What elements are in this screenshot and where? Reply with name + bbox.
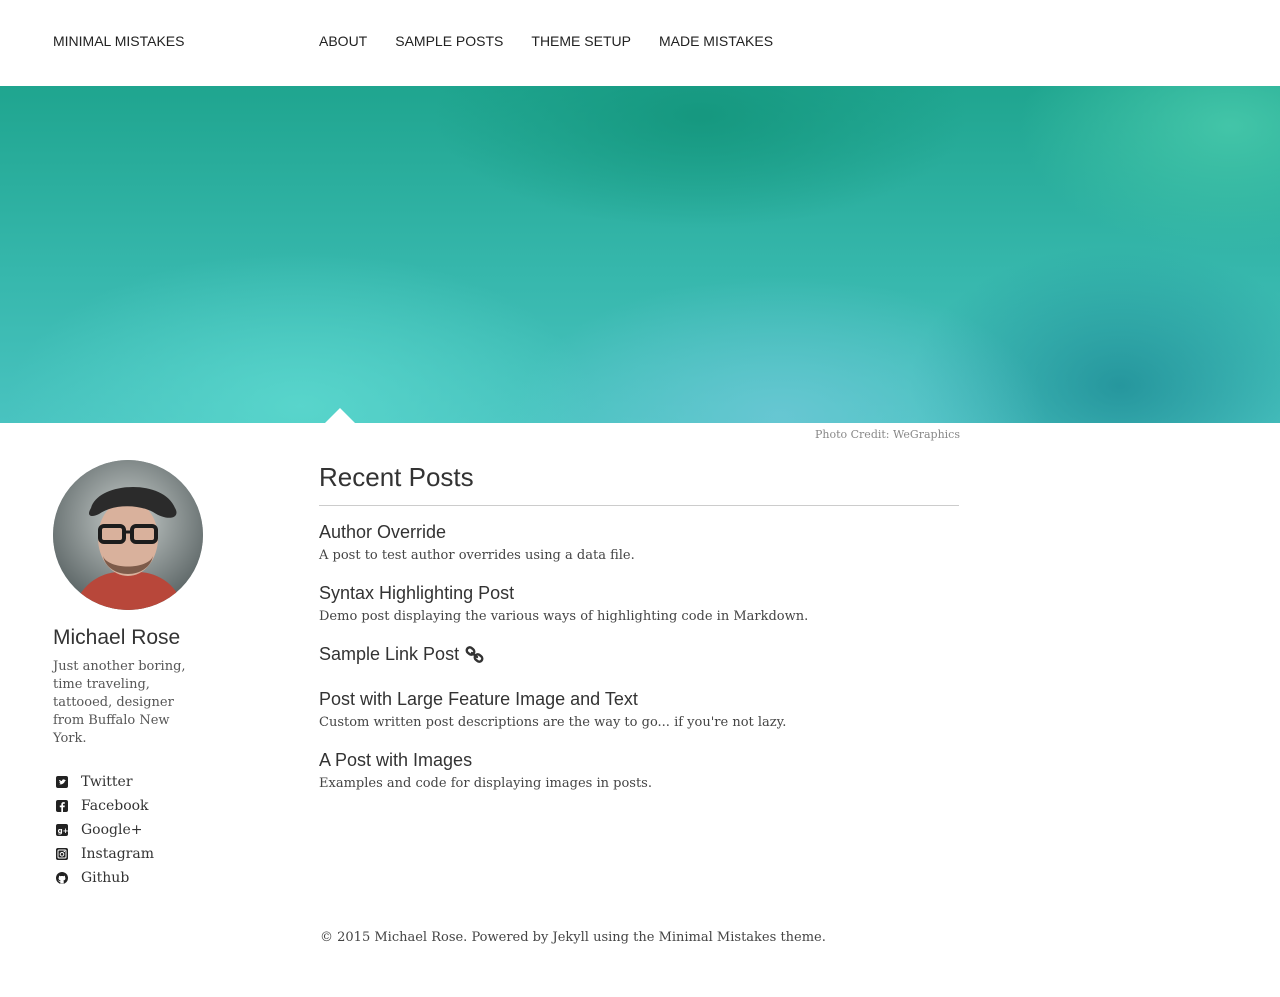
nav-link-about[interactable]: ABOUT (319, 33, 367, 49)
list-item: A Post with Images Examples and code for… (319, 750, 959, 791)
google-plus-icon: g+ (55, 823, 69, 837)
social-link-twitter[interactable]: Twitter (81, 774, 133, 790)
post-title-text: Sample Link Post (319, 644, 460, 664)
author-bio: Just another boring, time traveling, tat… (53, 659, 186, 746)
avatar (53, 460, 203, 610)
site-brand-link[interactable]: MINIMAL MISTAKES (53, 33, 184, 49)
post-excerpt: Custom written post descriptions are the… (319, 715, 787, 730)
top-navbar: MINIMAL MISTAKES ABOUT SAMPLE POSTS THEM… (0, 0, 1280, 86)
footer-theme-link[interactable]: Minimal Mistakes (659, 930, 777, 945)
footer-suffix-text: theme. (780, 930, 826, 945)
list-item: Sample Link Post (319, 644, 959, 665)
main-nav: ABOUT SAMPLE POSTS THEME SETUP MADE MIST… (319, 33, 801, 49)
list-item: Post with Large Feature Image and Text C… (319, 689, 959, 730)
social-link-facebook[interactable]: Facebook (81, 798, 149, 814)
footer-copyright: © 2015 Michael Rose. Powered by (320, 930, 549, 945)
instagram-icon (55, 847, 69, 861)
post-excerpt: Demo post displaying the various ways of… (319, 609, 809, 624)
social-item-github: Github (53, 866, 213, 890)
post-list: Author Override A post to test author ov… (319, 522, 959, 791)
list-item: Author Override A post to test author ov… (319, 522, 959, 563)
site-footer: © 2015 Michael Rose. Powered by Jekyll u… (320, 930, 826, 945)
footer-middle-text: using the (593, 930, 655, 945)
photo-credit: Photo Credit: WeGraphics (815, 428, 960, 441)
main-content: Recent Posts Author Override A post to t… (319, 462, 959, 811)
github-icon (55, 871, 69, 885)
list-item: Syntax Highlighting Post Demo post displ… (319, 583, 959, 624)
post-title-link[interactable]: Post with Large Feature Image and Text (319, 689, 638, 710)
social-item-twitter: Twitter (53, 770, 213, 794)
post-title-link[interactable]: Sample Link Post (319, 644, 485, 665)
social-link-google-plus[interactable]: Google+ (81, 822, 143, 838)
social-item-facebook: Facebook (53, 794, 213, 818)
svg-text:g+: g+ (58, 827, 68, 835)
link-icon (465, 645, 485, 664)
social-item-google-plus: g+ Google+ (53, 818, 213, 842)
social-links: Twitter Facebook g+ Google+ Instagram Gi… (53, 770, 213, 890)
nav-link-theme-setup[interactable]: THEME SETUP (531, 33, 631, 49)
social-link-github[interactable]: Github (81, 870, 129, 886)
avatar-image (53, 460, 203, 610)
post-title-link[interactable]: A Post with Images (319, 750, 472, 771)
photo-credit-link[interactable]: WeGraphics (893, 428, 960, 441)
nav-link-sample-posts[interactable]: SAMPLE POSTS (395, 33, 503, 49)
page-title: Recent Posts (319, 462, 959, 506)
post-title-link[interactable]: Syntax Highlighting Post (319, 583, 514, 604)
social-item-instagram: Instagram (53, 842, 213, 866)
hero-feature-image (0, 86, 1280, 423)
post-title-link[interactable]: Author Override (319, 522, 446, 543)
hero-notch (325, 408, 355, 423)
social-link-instagram[interactable]: Instagram (81, 846, 154, 862)
post-excerpt: Examples and code for displaying images … (319, 776, 652, 791)
author-sidebar: Michael Rose Just another boring, time t… (53, 460, 213, 890)
footer-jekyll-link[interactable]: Jekyll (553, 930, 589, 945)
post-excerpt: A post to test author overrides using a … (319, 548, 635, 563)
photo-credit-prefix: Photo Credit: (814, 428, 890, 441)
author-name: Michael Rose (53, 626, 181, 649)
nav-link-made-mistakes[interactable]: MADE MISTAKES (659, 33, 773, 49)
twitter-icon (55, 775, 69, 789)
facebook-icon (55, 799, 69, 813)
